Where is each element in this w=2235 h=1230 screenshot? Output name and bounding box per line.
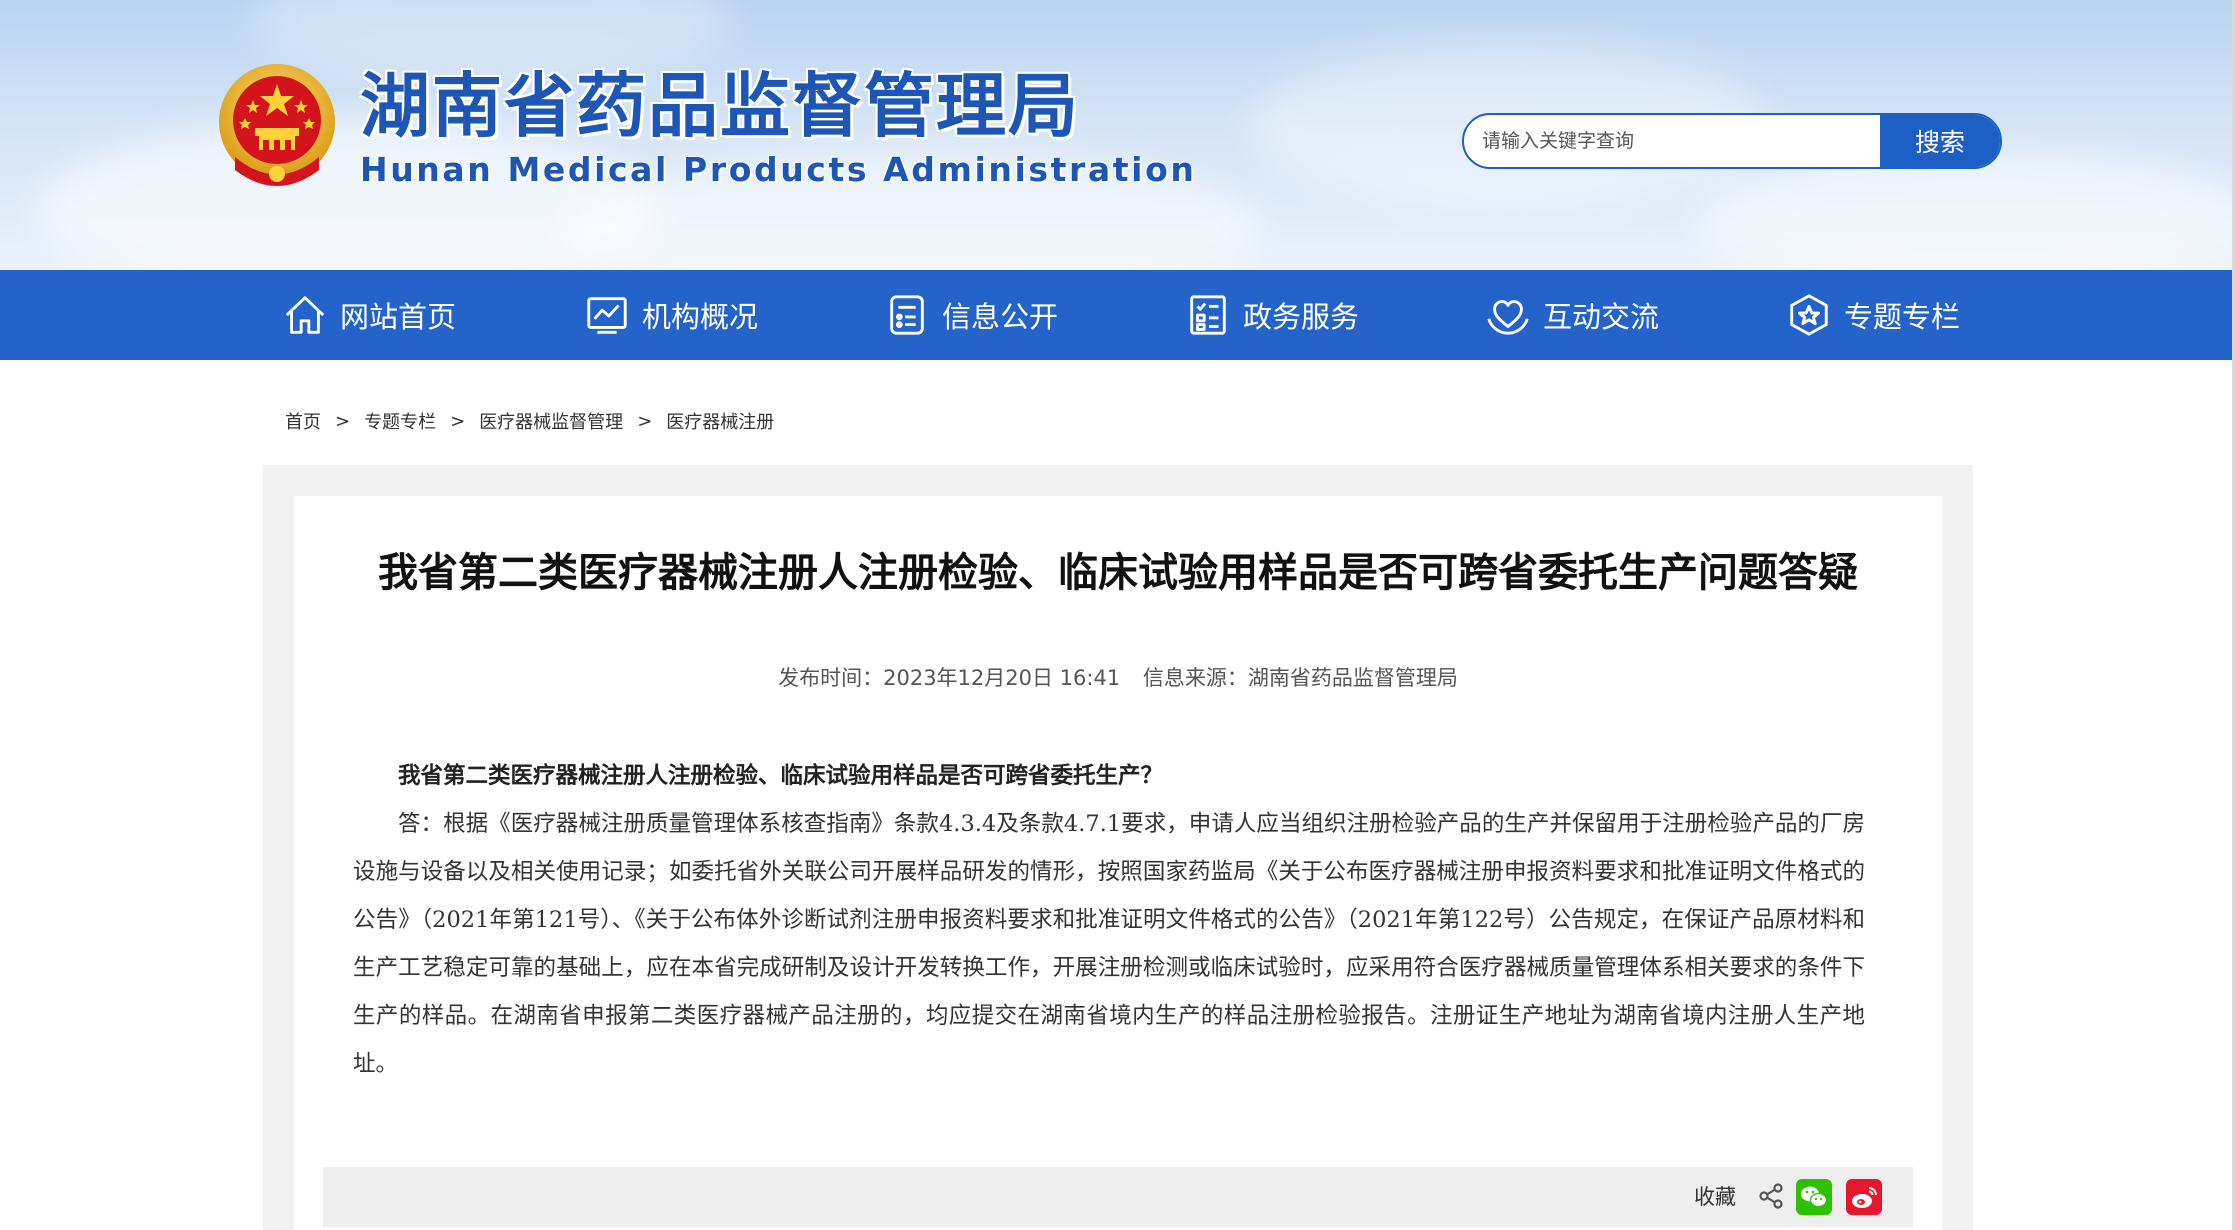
nav-item-label: 专题专栏 (1844, 300, 1961, 334)
document-list-icon (890, 295, 924, 335)
breadcrumb-link-home[interactable]: 首页 (285, 408, 321, 434)
nav-item-info-disclosure[interactable]: 信息公开 (884, 270, 1058, 360)
breadcrumb-link-device-supervision[interactable]: 医疗器械监督管理 (479, 408, 623, 434)
nav-item-label: 网站首页 (340, 300, 457, 334)
checklist-icon (1190, 295, 1226, 335)
breadcrumb-separator: > (450, 410, 466, 432)
weibo-icon[interactable] (1846, 1179, 1882, 1215)
nav-item-label: 机构概况 (642, 300, 759, 334)
search-input[interactable] (1464, 115, 1880, 167)
nav-item-label: 信息公开 (942, 300, 1059, 334)
breadcrumb-link-special-topics[interactable]: 专题专栏 (364, 408, 436, 434)
heart-hands-icon (1487, 300, 1529, 335)
nav-item-label: 政务服务 (1243, 300, 1360, 334)
nav-item-home[interactable]: 网站首页 (282, 270, 456, 360)
breadcrumb: 首页 > 专题专栏 > 医疗器械监督管理 > 医疗器械注册 (285, 408, 774, 434)
article-title: 我省第二类医疗器械注册人注册检验、临床试验用样品是否可跨省委托生产问题答疑 (378, 550, 1858, 596)
site-title[interactable]: 湖南省药品监督管理局 (360, 66, 1080, 146)
star-badge-icon (1790, 294, 1828, 336)
breadcrumb-separator: > (335, 410, 351, 432)
article-question: 我省第二类医疗器械注册人注册检验、临床试验用样品是否可跨省委托生产？ (398, 763, 1164, 789)
share-bar (323, 1167, 1913, 1227)
article-answer: 答：根据《医疗器械注册质量管理体系核查指南》条款4.3.4及条款4.7.1要求，… (353, 811, 1865, 1077)
search-button[interactable]: 搜索 (1880, 115, 2000, 167)
publish-time: 发布时间：2023年12月20日 16:41 (778, 666, 1121, 690)
nav-item-gov-services[interactable]: 政务服务 (1185, 270, 1359, 360)
article-meta: 发布时间：2023年12月20日 16:41 信息来源：湖南省药品监督管理局 (294, 662, 1942, 692)
share-icon[interactable] (1754, 1179, 1788, 1213)
breadcrumb-link-device-registration[interactable]: 医疗器械注册 (666, 408, 774, 434)
info-source: 信息来源：湖南省药品监督管理局 (1142, 666, 1458, 690)
nav-item-interaction[interactable]: 互动交流 (1485, 270, 1659, 360)
collect-button[interactable]: 收藏 (1694, 1181, 1736, 1211)
wechat-icon[interactable] (1796, 1179, 1832, 1215)
nav-item-special-topics[interactable]: 专题专栏 (1786, 270, 1960, 360)
national-emblem-icon (219, 64, 335, 186)
main-nav: 网站首页 机构概况 信息公开 政务服务 互动交流 专题专栏 (0, 270, 2235, 360)
home-icon (285, 296, 325, 334)
breadcrumb-separator: > (637, 410, 653, 432)
search-box: 搜索 (1462, 113, 2002, 169)
page: 湖南省药品监督管理局 Hunan Medical Products Admini… (0, 0, 2235, 1230)
chart-monitor-icon (587, 297, 627, 334)
article-body: 我省第二类医疗器械注册人注册检验、临床试验用样品是否可跨省委托生产？ 答：根据《… (353, 752, 1865, 1088)
site-subtitle: Hunan Medical Products Administration (360, 150, 1197, 189)
nav-item-about[interactable]: 机构概况 (584, 270, 758, 360)
nav-item-label: 互动交流 (1543, 300, 1660, 334)
